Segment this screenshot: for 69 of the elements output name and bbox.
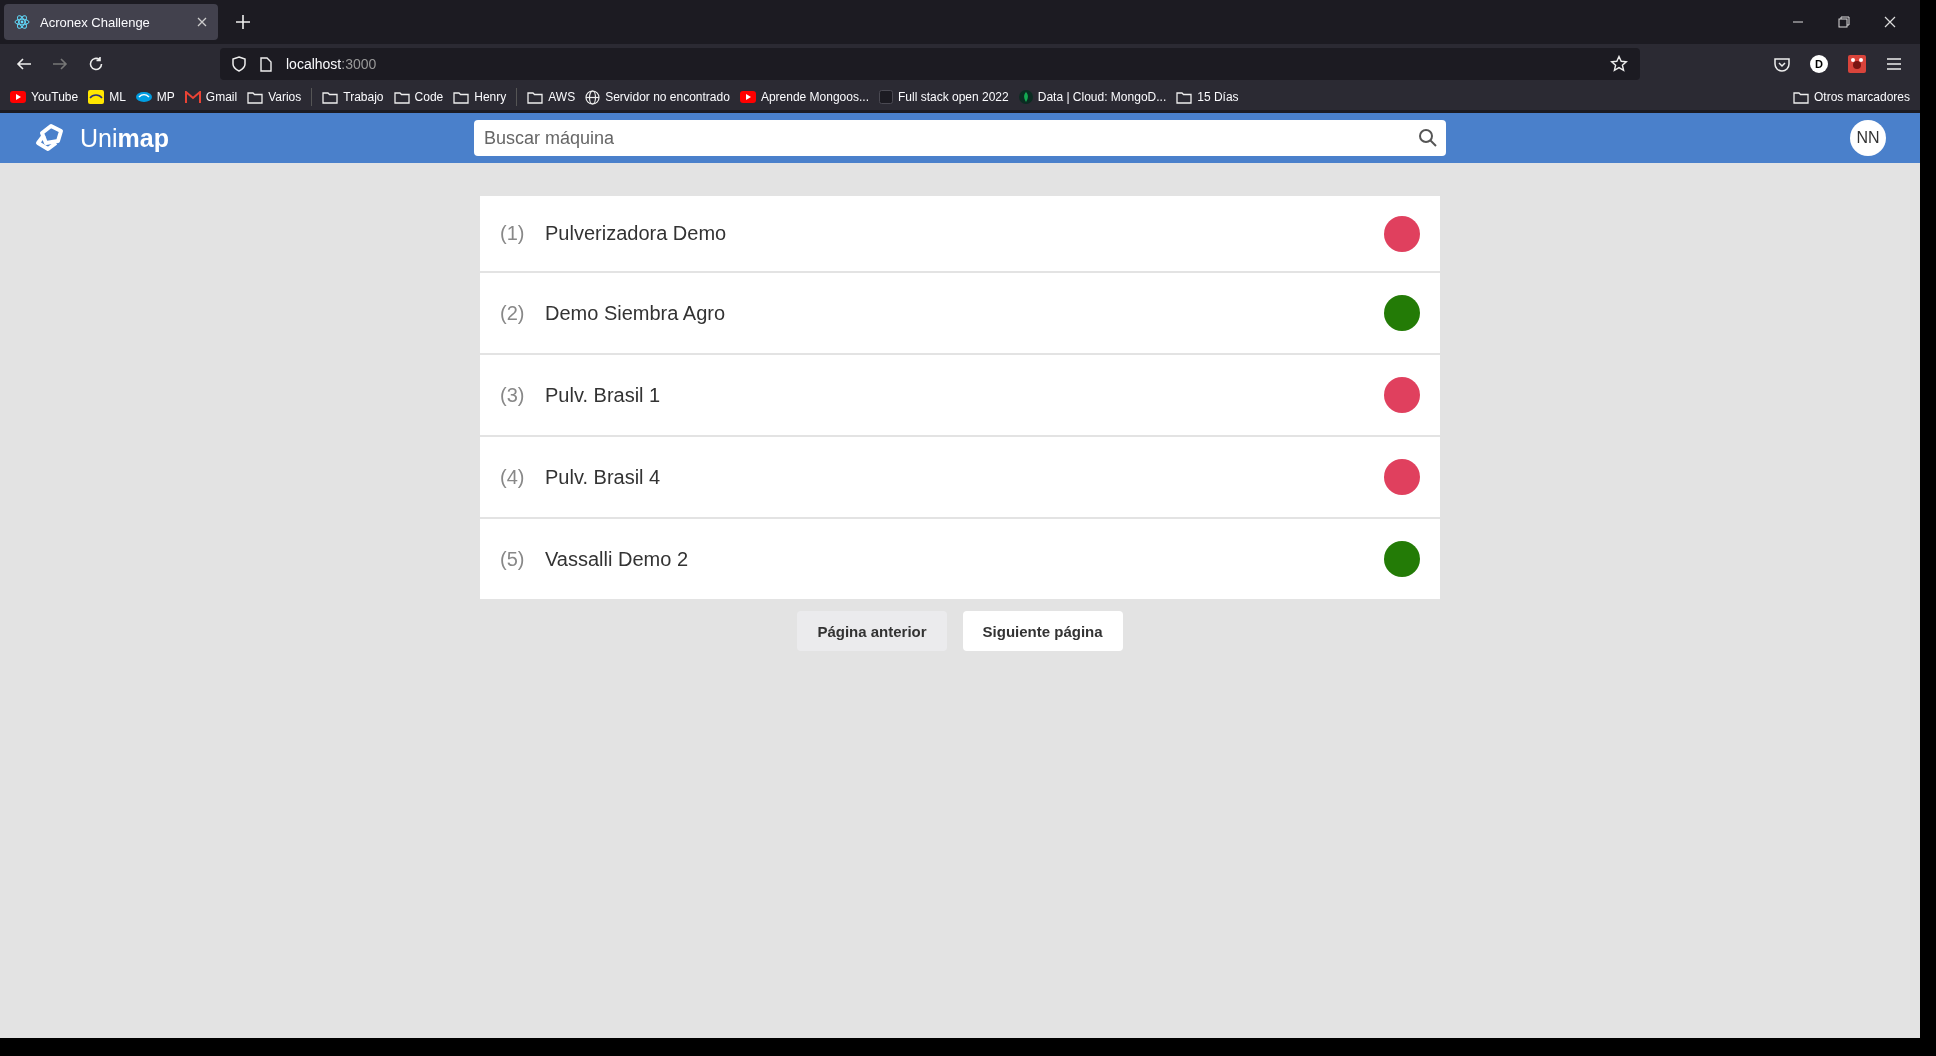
menu-icon[interactable] xyxy=(1886,57,1902,71)
machine-row[interactable]: (2) Demo Siembra Agro xyxy=(480,273,1440,353)
machine-row[interactable]: (4) Pulv. Brasil 4 xyxy=(480,437,1440,517)
search-icon[interactable] xyxy=(1418,128,1438,148)
pocket-icon[interactable] xyxy=(1774,56,1790,72)
machine-name: Vassalli Demo 2 xyxy=(545,547,689,571)
folder-icon xyxy=(247,90,264,104)
mail-icon xyxy=(184,91,201,103)
tab-title: Acronex Challenge xyxy=(40,14,151,30)
machine-row[interactable]: (5) Vassalli Demo 2 xyxy=(480,519,1440,599)
bookmark[interactable]: Trabajo xyxy=(322,90,384,104)
shield-icon xyxy=(232,56,246,72)
folder-icon xyxy=(527,90,544,104)
machine-number: (3) xyxy=(500,383,526,407)
browser-tab[interactable]: Acronex Challenge xyxy=(4,4,218,40)
machine-row[interactable]: (1) Pulverizadora Demo xyxy=(480,196,1440,271)
bookmark[interactable]: Code xyxy=(393,90,444,104)
pagination-button[interactable]: Siguiente página xyxy=(962,611,1123,651)
forward-icon[interactable] xyxy=(52,56,68,72)
star-icon[interactable] xyxy=(1610,55,1628,73)
page-icon xyxy=(260,56,272,72)
search-input[interactable]: Buscar máquina xyxy=(482,126,1418,150)
close-icon[interactable] xyxy=(196,16,208,28)
bookmark[interactable]: MP xyxy=(135,90,175,104)
machine-name: Demo Siembra Agro xyxy=(545,301,726,325)
play-icon xyxy=(739,91,756,103)
folder-icon xyxy=(1176,90,1193,104)
url-port: :3000 xyxy=(341,56,377,72)
machine-number: (1) xyxy=(500,222,526,245)
leaf-icon xyxy=(1018,90,1033,104)
folder-icon xyxy=(322,90,339,104)
bookmark[interactable]: Varios xyxy=(247,90,302,104)
bookmark[interactable]: Data | Cloud: MongoD... xyxy=(1018,90,1167,104)
machine-number: (4) xyxy=(500,465,526,489)
bookmark[interactable]: Aprende Mongoos... xyxy=(739,90,869,104)
profile-avatar[interactable]: D xyxy=(1810,55,1828,73)
reload-icon[interactable] xyxy=(88,56,104,72)
url-host: localhost xyxy=(286,56,342,72)
bookmark[interactable]: ML xyxy=(88,90,126,104)
folder-icon xyxy=(453,90,470,104)
bookmark[interactable]: Otros marcadores xyxy=(1792,90,1920,104)
bookmark[interactable]: Henry xyxy=(453,90,507,104)
machine-name: Pulverizadora Demo xyxy=(545,222,727,245)
bookmark[interactable]: Gmail xyxy=(184,90,238,104)
bookmark[interactable]: Servidor no encontrado xyxy=(585,89,730,105)
back-icon[interactable] xyxy=(16,56,32,72)
new-tab-icon[interactable] xyxy=(236,15,250,29)
address-bar[interactable]: localhost:3000 xyxy=(220,48,1640,80)
folder-icon xyxy=(1792,90,1809,104)
globe-icon xyxy=(585,89,601,105)
machine-name: Pulv. Brasil 1 xyxy=(545,383,661,407)
bookmark[interactable]: YouTube xyxy=(10,90,79,104)
brand-name[interactable]: Unimap xyxy=(80,123,169,153)
machine-number: (2) xyxy=(500,301,526,325)
machine-name: Pulv. Brasil 4 xyxy=(545,465,661,489)
page-icon xyxy=(878,90,893,104)
bookmark[interactable]: Full stack open 2022 xyxy=(878,90,1009,104)
extension-icon[interactable] xyxy=(1848,55,1866,73)
bookmark[interactable]: AWS xyxy=(527,90,576,104)
play-icon xyxy=(10,91,26,103)
user-avatar[interactable]: NN xyxy=(1850,120,1886,156)
restore-icon[interactable] xyxy=(1838,16,1850,28)
machine-row[interactable]: (3) Pulv. Brasil 1 xyxy=(480,355,1440,435)
folder-icon xyxy=(393,90,410,104)
machine-number: (5) xyxy=(500,547,526,571)
bookmark[interactable]: 15 Días xyxy=(1176,90,1239,104)
atom-icon xyxy=(14,14,30,30)
search-field[interactable]: Buscar máquina xyxy=(474,120,1446,156)
close-icon[interactable] xyxy=(1884,16,1896,28)
